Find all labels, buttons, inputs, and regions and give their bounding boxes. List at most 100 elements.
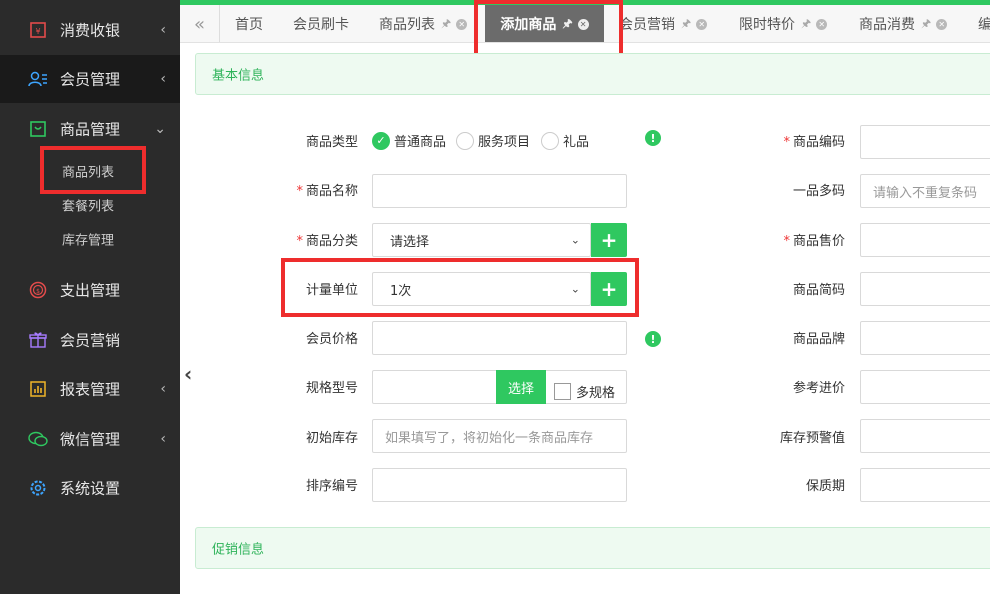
label-brand: 商品品牌: [792, 332, 845, 347]
tab-label: 首页: [235, 17, 263, 33]
chevron-left-icon[interactable]: ‹: [184, 362, 192, 386]
coin-icon: $: [28, 280, 48, 300]
close-icon[interactable]: ✕: [696, 18, 708, 30]
nav-item-settings[interactable]: 系统设置: [0, 464, 180, 512]
label-shelf-life: 保质期: [805, 479, 845, 494]
goods-name-input[interactable]: [372, 174, 627, 208]
pin-icon[interactable]: 🖈: [681, 15, 691, 34]
sidebar: ¥ 消费收银 ‹ 会员管理 ‹ 商品管理 ⌄ 商品列表 套餐列表 库存管理 $ …: [0, 0, 180, 594]
pin-icon[interactable]: 🖈: [441, 15, 451, 34]
section-title: 促销信息: [212, 542, 265, 558]
tab-label: 编: [978, 14, 990, 34]
info-icon[interactable]: !: [645, 130, 661, 146]
nav-item-checkout[interactable]: ¥ 消费收银 ‹: [0, 6, 180, 54]
chevron-left-icon: ‹: [160, 431, 166, 447]
close-icon[interactable]: ✕: [456, 18, 468, 30]
add-category-button[interactable]: +: [591, 223, 627, 257]
nav-label: 商品管理: [60, 120, 121, 139]
tab-goods-list[interactable]: 商品列表 🖈 ✕: [379, 5, 468, 42]
close-icon[interactable]: ✕: [577, 18, 589, 30]
bar-chart-icon: [28, 379, 48, 399]
user-list-icon: [28, 69, 48, 89]
tab-label: 会员刷卡: [293, 17, 349, 33]
sub-item-label: 库存管理: [62, 233, 115, 249]
tab-label: 添加商品: [500, 17, 557, 33]
init-stock-input[interactable]: 如果填写了，将初始化一条商品库存: [372, 419, 627, 453]
close-icon[interactable]: ✕: [816, 18, 828, 30]
tab-edit[interactable]: 编: [978, 5, 990, 42]
pin-icon[interactable]: 🖈: [921, 15, 931, 34]
gift-icon: [28, 330, 48, 350]
gear-icon: [28, 478, 48, 498]
goods-code-input[interactable]: [860, 125, 990, 159]
tab-home[interactable]: 首页: [235, 5, 263, 42]
sub-item-label: 套餐列表: [62, 199, 115, 215]
sort-input[interactable]: [372, 468, 627, 502]
radio-service[interactable]: 服务项目: [456, 131, 530, 150]
nav-label: 消费收银: [60, 21, 121, 40]
chevron-down-icon: ⌄: [154, 121, 166, 137]
nav-label: 会员营销: [60, 331, 121, 350]
multi-spec-checkbox[interactable]: 多规格: [554, 382, 615, 401]
add-unit-button[interactable]: +: [591, 272, 627, 306]
label-category: * 商品分类: [296, 234, 358, 249]
chevron-left-icon: ‹: [160, 381, 166, 397]
check-icon: ✓: [372, 131, 390, 150]
nav-item-marketing[interactable]: 会员营销: [0, 316, 180, 364]
close-icon[interactable]: ✕: [936, 18, 948, 30]
sub-item-package-list[interactable]: 套餐列表: [0, 188, 180, 222]
nav-item-wechat[interactable]: 微信管理 ‹: [0, 415, 180, 463]
receipt-icon: ¥: [28, 20, 48, 40]
pin-icon[interactable]: 🖈: [562, 15, 572, 34]
label-goods-code: * 商品编码: [783, 135, 845, 150]
nav-label: 报表管理: [60, 380, 121, 399]
shelf-life-input[interactable]: [860, 468, 990, 502]
nav-item-goods[interactable]: 商品管理 ⌄: [0, 105, 180, 153]
nav-label: 支出管理: [60, 281, 121, 300]
barcode-input[interactable]: 请输入不重复条码: [860, 174, 990, 208]
label-member-price: 会员价格: [305, 332, 358, 347]
sub-item-goods-list[interactable]: 商品列表: [0, 154, 180, 188]
scroll-left-button[interactable]: «: [180, 5, 220, 42]
label-init-stock: 初始库存: [305, 431, 358, 446]
tab-label: 商品列表: [379, 17, 435, 33]
category-select[interactable]: 请选择 ⌄: [372, 223, 591, 257]
brand-input[interactable]: [860, 321, 990, 355]
nav-item-expense[interactable]: $ 支出管理: [0, 266, 180, 314]
short-code-input[interactable]: [860, 272, 990, 306]
tab-add-goods[interactable]: 添加商品 🖈 ✕: [485, 5, 604, 42]
tab-bar: « 首页 会员刷卡 商品列表 🖈 ✕ 添加商品 🖈 ✕ 会员营销 🖈 ✕ 限时特价 🖈 ✕ 商品…: [180, 5, 990, 43]
price-input[interactable]: [860, 223, 990, 257]
svg-text:¥: ¥: [35, 27, 40, 36]
unit-select[interactable]: 1次 ⌄: [372, 272, 591, 306]
stock-warning-input[interactable]: [860, 419, 990, 453]
spec-select-button[interactable]: 选择: [496, 370, 546, 404]
chevron-down-icon: ⌄: [570, 282, 580, 296]
chevron-left-icon: ‹: [160, 22, 166, 38]
label-stock-warning: 库存预警值: [779, 431, 845, 446]
label-ref-price: 参考进价: [792, 381, 845, 396]
tab-label: 限时特价: [739, 17, 795, 33]
member-price-input[interactable]: [372, 321, 627, 355]
tab-member-marketing[interactable]: 会员营销 🖈 ✕: [619, 5, 708, 42]
radio-normal-goods[interactable]: ✓ 普通商品: [372, 131, 446, 150]
info-icon[interactable]: !: [645, 331, 661, 347]
pin-icon[interactable]: 🖈: [801, 15, 811, 34]
chevron-left-icon: ‹: [160, 71, 166, 87]
radio-gift[interactable]: 礼品: [541, 131, 589, 150]
ref-price-input[interactable]: [860, 370, 990, 404]
tab-label: 商品消费: [859, 17, 915, 33]
section-promo-info: 促销信息: [195, 527, 990, 569]
tab-goods-consume[interactable]: 商品消费 🖈 ✕: [859, 5, 948, 42]
label-price: * 商品售价: [783, 234, 845, 249]
svg-text:$: $: [36, 288, 40, 295]
nav-item-reports[interactable]: 报表管理 ‹: [0, 365, 180, 413]
nav-label: 会员管理: [60, 70, 121, 89]
tab-flash-sale[interactable]: 限时特价 🖈 ✕: [739, 5, 828, 42]
label-goods-type: 商品类型: [305, 135, 358, 150]
sub-item-stock[interactable]: 库存管理: [0, 222, 180, 256]
tab-member-card[interactable]: 会员刷卡: [293, 5, 349, 42]
nav-item-members[interactable]: 会员管理 ‹: [0, 55, 180, 103]
section-title: 基本信息: [212, 68, 265, 84]
goods-box-icon: [28, 119, 48, 139]
